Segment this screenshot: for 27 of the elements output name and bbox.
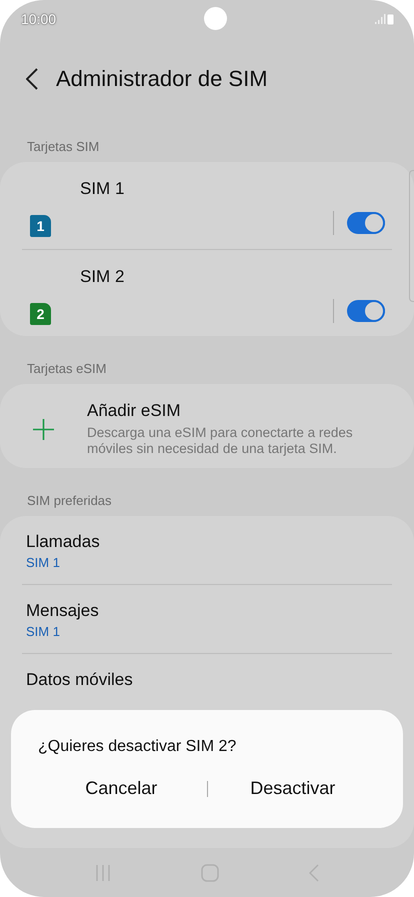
preference-title[interactable]: Mensajes bbox=[26, 601, 388, 622]
home-icon[interactable] bbox=[201, 864, 219, 882]
plus-icon[interactable] bbox=[33, 418, 54, 440]
preference-value: SIM 1 bbox=[26, 555, 61, 570]
back-icon[interactable] bbox=[26, 68, 38, 90]
page-title: Administrador de SIM bbox=[56, 66, 268, 92]
add-esim-title[interactable]: Añadir eSIM bbox=[87, 401, 394, 422]
toggle-switch[interactable] bbox=[347, 300, 385, 322]
add-esim-description: Descarga una eSIM para conectarte a redes móviles sin necesidad de una tarjeta SIM. bbox=[87, 425, 354, 458]
recent-apps-icon[interactable] bbox=[95, 864, 111, 881]
section-heading: SIM preferidas bbox=[26, 493, 113, 508]
preference-title[interactable]: Llamadas bbox=[26, 532, 388, 552]
toggle-switch[interactable] bbox=[347, 212, 385, 234]
section-heading: Tarjetas eSIM bbox=[26, 361, 108, 376]
sim-card-icon: 2 bbox=[30, 302, 51, 325]
sim-name: SIM 2 bbox=[80, 266, 126, 288]
status-time: 10:00 bbox=[21, 10, 56, 27]
sim-name: SIM 1 bbox=[80, 179, 126, 200]
camera-hole bbox=[204, 7, 227, 30]
preference-value: SIM 1 bbox=[26, 624, 61, 640]
sim-card-icon: 1 bbox=[30, 215, 51, 238]
dialog-button[interactable]: Desactivar bbox=[208, 770, 378, 807]
dialog-button[interactable]: Cancelar bbox=[36, 770, 206, 807]
section-heading: Tarjetas SIM bbox=[26, 139, 100, 154]
preference-title[interactable]: Datos móviles bbox=[26, 670, 388, 690]
signal-battery-icon bbox=[374, 12, 394, 25]
dialog-message: ¿Quieres desactivar SIM 2? bbox=[38, 738, 238, 756]
